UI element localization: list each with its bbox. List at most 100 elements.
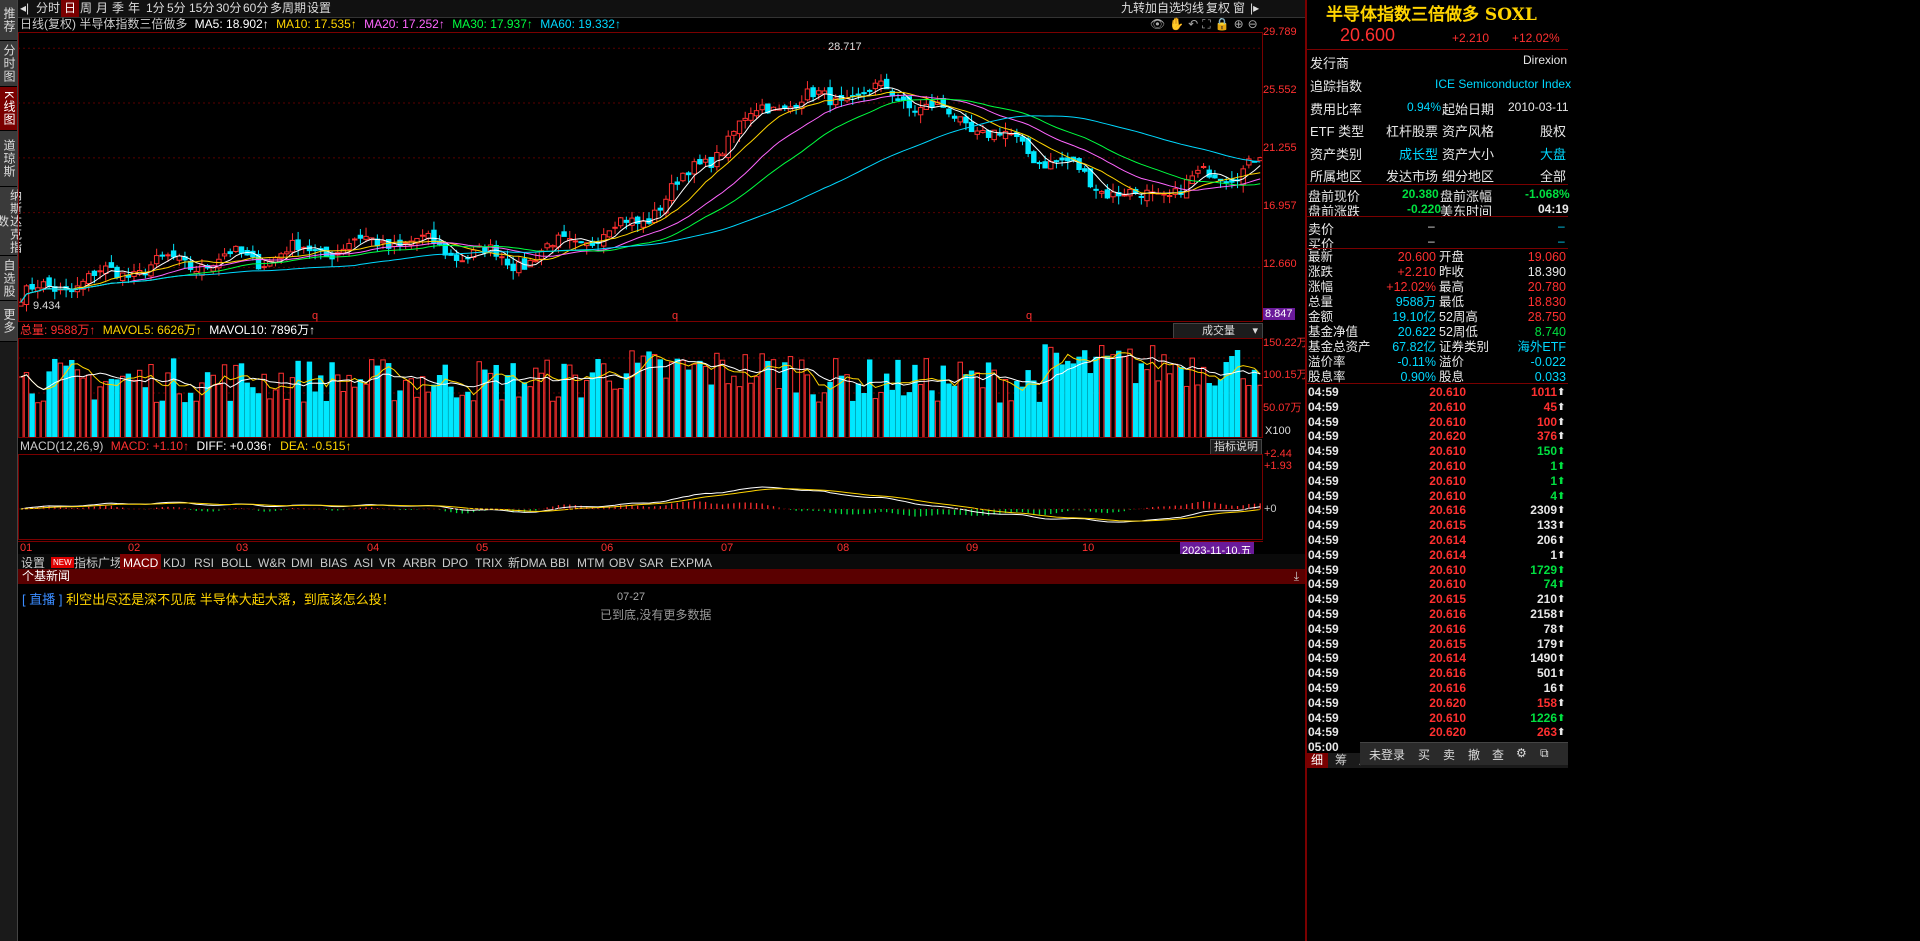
volume-bar <box>91 399 98 438</box>
tick-price: 20.615 <box>1429 518 1466 533</box>
indicator-help-button[interactable]: 指标说明 <box>1210 439 1262 455</box>
class-key: 资产类别 <box>1310 147 1363 162</box>
tick-time: 04:59 <box>1308 725 1339 740</box>
tab-more[interactable]: 更多 <box>0 301 17 342</box>
stat-key: 金额 <box>1308 310 1334 324</box>
period-15min[interactable]: 15分 <box>189 0 214 17</box>
candle <box>1053 160 1060 163</box>
volume-bar <box>821 392 828 438</box>
macd-chart[interactable] <box>18 454 1263 540</box>
period-1min[interactable]: 1分 <box>146 0 165 17</box>
volume-bar <box>776 388 782 438</box>
month-label: 08 <box>837 542 850 554</box>
period-multi[interactable]: 多周期 <box>270 0 306 17</box>
chart-tool-icons[interactable]: 👁✋↶⛶🔒⊕⊖ <box>1150 17 1262 32</box>
volume-axis-label: 50.07万 <box>1263 402 1302 414</box>
volume-bar <box>487 372 494 438</box>
tick-list[interactable]: 04:59 20.610 1011 ⬆ 04:59 20.610 45 ⬆ 04:59 20.61… <box>1306 384 1568 754</box>
ma30-line <box>20 98 1261 303</box>
period-month[interactable]: 月 <box>96 0 108 17</box>
region-value: 发达市场 <box>1386 169 1439 184</box>
price-change: +2.210 <box>1452 31 1490 45</box>
window-button[interactable]: 窗 <box>1233 0 1245 17</box>
stat-key: 开盘 <box>1439 250 1465 264</box>
tab-detail[interactable]: 细 <box>1306 753 1328 768</box>
tab-chips[interactable]: 筹 <box>1330 753 1352 768</box>
ma-button[interactable]: 均线 <box>1180 0 1204 17</box>
settings-icon[interactable]: ⚙ <box>1516 746 1527 760</box>
play-back-icon[interactable]: ◂| <box>20 0 29 17</box>
tick-row: 04:59 20.615 210 ⬆ <box>1306 592 1568 607</box>
tab-dow[interactable]: 道琼斯 <box>0 131 17 187</box>
period-week[interactable]: 周 <box>80 0 92 17</box>
price-low-axis-label: 8.847 <box>1263 308 1295 320</box>
issuer-key: 发行商 <box>1310 56 1350 71</box>
period-quarter[interactable]: 季 <box>112 0 124 17</box>
download-icon[interactable]: ⤓ <box>1294 569 1299 584</box>
month-label: 03 <box>236 542 249 554</box>
price-chart[interactable] <box>18 32 1263 322</box>
candle <box>640 220 647 228</box>
tick-volume: 133 <box>1536 518 1557 533</box>
tick-volume: 2158 <box>1530 607 1557 621</box>
news-end-note: 已到底,没有更多数据 <box>600 608 712 622</box>
buy-button[interactable]: 买 <box>1418 746 1430 763</box>
news-tab[interactable]: 个基新闻 <box>22 569 70 584</box>
volume-chart[interactable] <box>18 338 1263 438</box>
tick-volume: 1226 <box>1530 710 1557 725</box>
tick-row: 04:59 20.614 1490 ⬆ <box>1306 651 1568 666</box>
query-button[interactable]: 查 <box>1492 746 1504 763</box>
volume-indicator-dropdown[interactable]: 成交量 ▾ <box>1173 323 1263 339</box>
volume-bar <box>176 393 182 438</box>
index-value: ICE Semiconductor Index <box>1435 77 1572 91</box>
toolbar-settings[interactable]: 设置 <box>307 0 331 17</box>
candle <box>159 254 166 257</box>
panel-border <box>18 454 1263 540</box>
period-year[interactable]: 年 <box>128 0 140 17</box>
month-label: 10 <box>1082 542 1095 554</box>
login-status[interactable]: 未登录 <box>1369 746 1405 763</box>
size-key: 资产大小 <box>1442 147 1495 162</box>
tab-nasdaq[interactable]: 纳斯达克指数 <box>0 187 23 256</box>
volume-bar <box>934 400 941 438</box>
period-30min[interactable]: 30分 <box>216 0 241 17</box>
macd-axis-label: +2.44 <box>1264 448 1292 460</box>
volume-bar <box>572 374 579 438</box>
candle <box>912 110 918 113</box>
tab-watchlist[interactable]: 自选股 <box>0 256 17 301</box>
candle <box>782 105 788 109</box>
volume-bar <box>1031 380 1037 438</box>
news-date: 07-27 <box>617 591 646 603</box>
volume-bar <box>397 390 403 438</box>
tab-kline[interactable]: K线图 <box>0 87 17 131</box>
volume-bar <box>301 401 307 438</box>
play-forward-icon[interactable]: |▸ <box>1250 0 1259 17</box>
candle <box>544 243 550 249</box>
candle <box>657 207 664 211</box>
volume-bar <box>793 392 799 438</box>
nine-turn-button[interactable]: 九转 <box>1121 0 1145 17</box>
news-item[interactable]: [ 直播 ] 利空出尽还是深不见底 半导体大起大落，到底该怎么投！ <box>22 589 395 608</box>
tab-timeshare[interactable]: 分时图 <box>0 41 17 87</box>
popout-icon[interactable]: ⧉ <box>1540 746 1549 761</box>
tick-time: 04:59 <box>1308 607 1339 621</box>
ma30-label: MA30: 17.937↑ <box>452 17 533 31</box>
cancel-order-button[interactable]: 撤 <box>1468 746 1480 763</box>
period-5min[interactable]: 5分 <box>167 0 186 17</box>
sell-button[interactable]: 卖 <box>1443 746 1455 763</box>
add-watchlist-button[interactable]: 加自选 <box>1145 0 1181 17</box>
candle <box>453 254 460 261</box>
month-label: 05 <box>476 542 489 554</box>
volume-bar <box>267 398 273 438</box>
volume-bar <box>736 386 743 438</box>
volume-bar <box>861 392 867 438</box>
period-timeshare[interactable]: 分时 <box>36 0 60 17</box>
adjust-button[interactable]: 复权 <box>1206 0 1230 17</box>
volume-bar <box>482 369 488 438</box>
period-60min[interactable]: 60分 <box>243 0 268 17</box>
period-day[interactable]: 日 <box>61 0 80 17</box>
news-headline[interactable]: 利空出尽还是深不见底 半导体大起大落，到底该怎么投！ <box>66 592 395 607</box>
stat-key: 涨跌 <box>1308 265 1334 279</box>
class-value: 成长型 <box>1399 147 1439 162</box>
tab-recommend[interactable]: 推荐 <box>0 0 17 41</box>
